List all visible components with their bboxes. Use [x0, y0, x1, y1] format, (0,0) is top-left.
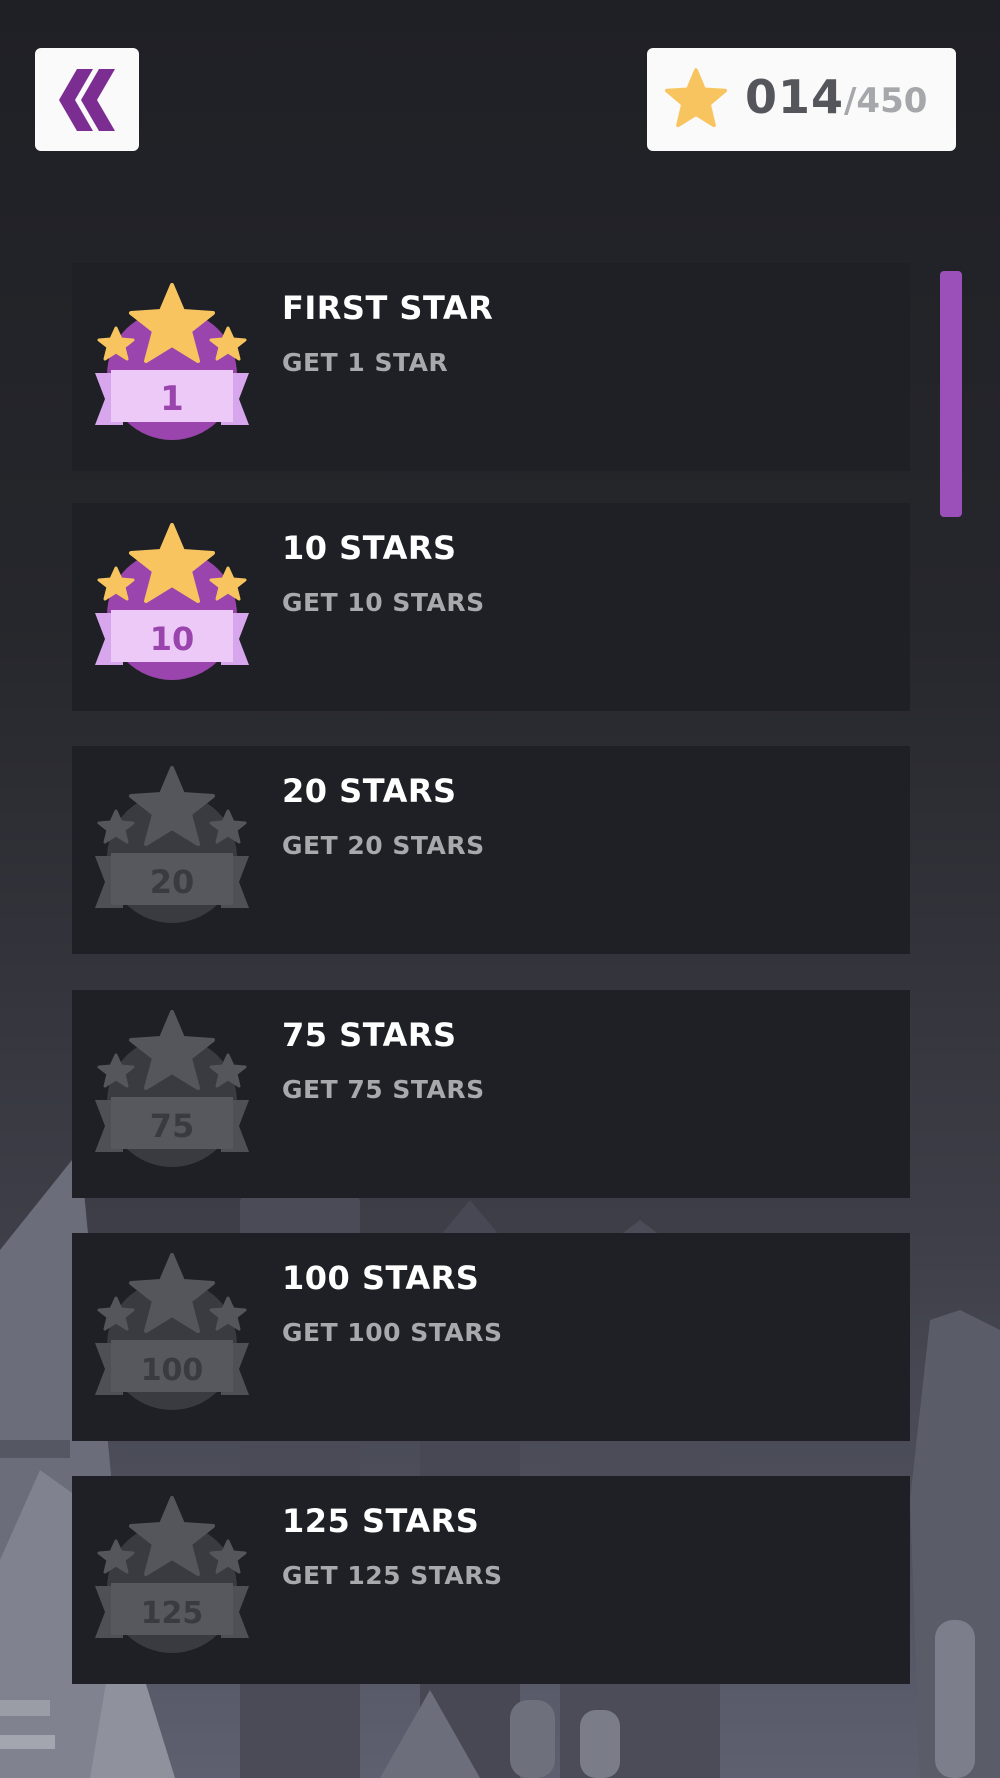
achievement-card-first-star[interactable]: 1 FIRST STAR GET 1 STAR — [72, 263, 910, 471]
achievement-card-20-stars[interactable]: 20 20 STARS GET 20 STARS — [72, 746, 910, 954]
scrollbar-thumb[interactable] — [940, 271, 962, 517]
badge-locked-icon: 75 — [95, 1010, 249, 1167]
achievement-subtitle: GET 20 STARS — [282, 831, 485, 860]
achievement-card-75-stars[interactable]: 75 75 STARS GET 75 STARS — [72, 990, 910, 1198]
star-counter: 014 /450 — [647, 48, 956, 151]
stars-collected: 014 — [745, 70, 845, 124]
achievement-title: 20 STARS — [282, 772, 457, 810]
achievement-title: 10 STARS — [282, 529, 457, 567]
badge-number: 1 — [160, 379, 184, 419]
achievement-title: 75 STARS — [282, 1016, 457, 1054]
achievement-title: 125 STARS — [282, 1502, 480, 1540]
badge-number: 125 — [141, 1596, 204, 1631]
badge-locked-icon: 100 — [95, 1253, 249, 1410]
badge-locked-icon: 125 — [95, 1496, 249, 1653]
achievement-subtitle: GET 10 STARS — [282, 588, 485, 617]
achievement-card-125-stars[interactable]: 125 125 STARS GET 125 STARS — [72, 1476, 910, 1684]
badge-number: 10 — [150, 620, 195, 658]
badge-number: 100 — [141, 1353, 204, 1388]
achievement-subtitle: GET 125 STARS — [282, 1561, 503, 1590]
achievement-subtitle: GET 100 STARS — [282, 1318, 503, 1347]
achievement-card-100-stars[interactable]: 100 100 STARS GET 100 STARS — [72, 1233, 910, 1441]
achievement-card-10-stars[interactable]: 10 10 STARS GET 10 STARS — [72, 503, 910, 711]
achievement-subtitle: GET 1 STAR — [282, 348, 449, 377]
badge-unlocked-icon: 1 — [95, 283, 249, 440]
achievement-subtitle: GET 75 STARS — [282, 1075, 485, 1104]
badge-locked-icon: 20 — [95, 766, 249, 923]
back-button[interactable] — [35, 48, 139, 151]
double-chevron-left-icon — [59, 68, 115, 131]
badge-unlocked-icon: 10 — [95, 523, 249, 680]
stars-total: /450 — [844, 81, 928, 121]
achievement-title: FIRST STAR — [282, 289, 494, 327]
badge-number: 75 — [150, 1107, 195, 1145]
star-icon — [665, 68, 727, 128]
badge-number: 20 — [150, 863, 195, 901]
achievement-title: 100 STARS — [282, 1259, 480, 1297]
